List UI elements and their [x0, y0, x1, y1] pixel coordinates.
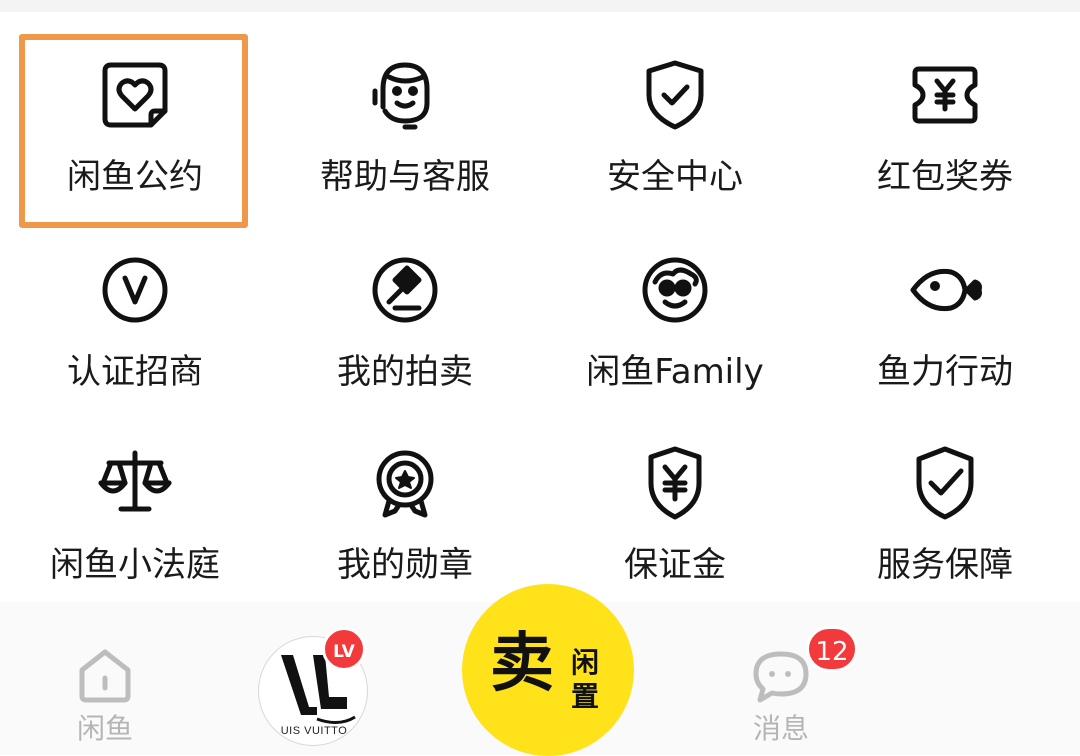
scales-icon: [95, 443, 175, 523]
shield-checkmark-icon: [905, 443, 985, 523]
star-medal-icon: [365, 443, 445, 523]
tab-messages-label: 消息: [752, 712, 809, 745]
service-help[interactable]: 帮助与客服: [270, 55, 540, 205]
monkey-face-icon: [635, 250, 715, 330]
service-guarantee[interactable]: 服务保障: [810, 443, 1080, 593]
sell-main-label: 卖: [490, 626, 554, 701]
shield-check-icon: [635, 55, 715, 135]
service-fish-action[interactable]: 鱼力行动: [810, 250, 1080, 400]
service-family[interactable]: 闲鱼Family: [540, 250, 810, 400]
yuan-coupon-icon: [905, 55, 985, 135]
service-label: 闲鱼Family: [586, 352, 764, 392]
service-label: 红包奖券: [877, 157, 1013, 197]
sell-sub-label: 闲置: [570, 646, 599, 713]
service-label: 闲鱼公约: [67, 157, 203, 197]
service-label: 鱼力行动: [877, 352, 1013, 392]
heart-card-icon: [95, 55, 175, 135]
service-deposit[interactable]: 保证金: [540, 443, 810, 593]
sell-button[interactable]: 卖 闲置: [462, 584, 634, 756]
v-verified-icon: [95, 250, 175, 330]
home-icon: [79, 649, 131, 703]
service-grid: 闲鱼公约 帮助与客服 安全中心 红包奖券 认证招商 我的拍卖 闲鱼Family …: [0, 0, 1080, 600]
service-pact[interactable]: 闲鱼公约: [0, 55, 270, 205]
service-label: 帮助与客服: [320, 157, 490, 197]
service-label: 我的勋章: [337, 545, 473, 585]
service-court[interactable]: 闲鱼小法庭: [0, 443, 270, 593]
tab-home-label: 闲鱼: [76, 712, 133, 745]
avatar-badge: LV: [322, 627, 366, 671]
auction-gavel-icon: [365, 250, 445, 330]
service-label: 服务保障: [877, 545, 1013, 585]
tab-home[interactable]: 闲鱼: [60, 640, 150, 755]
yuan-shield-icon: [635, 443, 715, 523]
service-auction[interactable]: 我的拍卖: [270, 250, 540, 400]
service-label: 我的拍卖: [337, 352, 473, 392]
service-label: 闲鱼小法庭: [50, 545, 220, 585]
service-security[interactable]: 安全中心: [540, 55, 810, 205]
customer-service-headset-icon: [365, 55, 445, 135]
service-label: 认证招商: [67, 352, 203, 392]
chat-bubble-icon: [753, 651, 809, 703]
heart-fish-icon: [905, 250, 985, 330]
message-count-badge: 12: [806, 626, 858, 672]
service-label: 保证金: [624, 545, 726, 585]
service-coupons[interactable]: 红包奖券: [810, 55, 1080, 205]
service-medals[interactable]: 我的勋章: [270, 443, 540, 593]
service-label: 安全中心: [607, 157, 743, 197]
service-merchant-verify[interactable]: 认证招商: [0, 250, 270, 400]
avatar-brand-text: UIS VUITTO: [280, 725, 348, 737]
